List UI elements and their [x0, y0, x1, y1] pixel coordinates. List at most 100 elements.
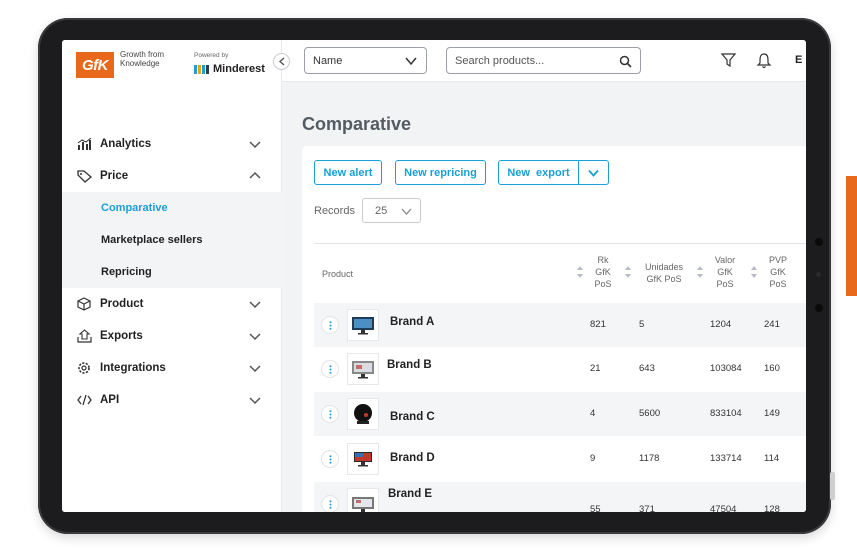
cell-rk: 55 [590, 504, 601, 512]
column-header-rk[interactable]: Rk GfK PoS [591, 254, 615, 290]
sidebar-collapse-button[interactable] [273, 53, 290, 70]
sort-icon[interactable] [625, 266, 631, 278]
cell-valor: 833104 [710, 408, 742, 419]
chevron-left-icon [278, 57, 284, 66]
cell-unidades: 371 [639, 504, 655, 512]
search-icon[interactable] [619, 55, 632, 68]
product-thumbnail-monitor-icon[interactable] [347, 443, 379, 475]
product-thumbnail-monitor-icon[interactable] [347, 309, 379, 341]
side-accent-bar [846, 176, 857, 296]
valor-header-line-2: GfK [717, 267, 733, 277]
table-row[interactable]: Brand C 4 5600 833104 149 [314, 392, 806, 436]
sort-icon[interactable] [577, 266, 583, 278]
product-thumbnail-speaker-icon[interactable] [347, 398, 379, 430]
cell-rk: 4 [590, 408, 596, 419]
chevron-down-icon [249, 301, 261, 309]
bell-icon[interactable] [756, 52, 772, 69]
page-title: Comparative [302, 114, 412, 134]
cell-pvp: 149 [764, 408, 780, 419]
pvp-header-line-2: GfK [770, 267, 786, 277]
chevron-down-icon [249, 333, 261, 341]
cell-pvp: 114 [764, 453, 780, 464]
records-select[interactable]: 25 [362, 198, 421, 223]
pvp-header-line-3: PoS [769, 279, 787, 289]
row-actions-menu-icon[interactable] [321, 450, 339, 468]
name-select[interactable]: Name [304, 47, 427, 74]
product-thumbnail-monitor-icon[interactable] [347, 488, 379, 512]
table-row[interactable]: Brand E 55 371 47504 128 [314, 482, 806, 512]
sidebar-subitem-comparative[interactable]: Comparative [62, 192, 282, 224]
unidades-header-line-2: GfK PoS [646, 274, 682, 284]
sidebar-item-exports[interactable]: Exports [62, 320, 282, 352]
sidebar-item-product[interactable]: Product [62, 288, 282, 320]
table-row[interactable]: Brand B 21 643 103084 160 [314, 347, 806, 391]
pvp-header-line-1: PVP [768, 255, 787, 265]
product-brand[interactable]: Brand D [390, 452, 435, 464]
cube-icon [76, 297, 92, 311]
cell-pvp: 160 [764, 363, 780, 374]
rk-header-line-1: Rk [597, 255, 609, 265]
chevron-up-icon [249, 171, 261, 179]
chevron-down-icon [401, 208, 412, 215]
column-header-pvp[interactable]: PVP GfK PoS [764, 254, 792, 290]
rk-header-line-2: GfK [595, 267, 611, 277]
sort-icon[interactable] [697, 266, 703, 278]
chevron-down-icon [405, 57, 417, 66]
sidebar: GfK Growth from Knowledge Powered by Min… [62, 40, 282, 512]
sidebar-item-api[interactable]: API [62, 384, 282, 416]
comparative-card: New alert New repricing New export Recor… [302, 146, 806, 512]
chevron-down-icon [588, 169, 599, 177]
sidebar-item-integrations[interactable]: Integrations [62, 352, 282, 384]
sidebar-item-label: Analytics [100, 138, 152, 150]
sidebar-item-label: Product [100, 298, 144, 310]
search-placeholder: Search products... [455, 54, 545, 67]
column-header-unidades[interactable]: Unidades GfK PoS [639, 261, 689, 285]
minderest-mark-icon [194, 65, 209, 74]
column-header-valor[interactable]: Valor GfK PoS [710, 254, 740, 290]
sidebar-subitem-repricing[interactable]: Repricing [62, 256, 282, 288]
minderest-name: Minderest [213, 63, 265, 75]
table-row[interactable]: Brand D 9 1178 133714 114 [314, 437, 806, 481]
rk-header-line-3: PoS [594, 279, 612, 289]
product-thumbnail-monitor-icon[interactable] [347, 353, 379, 385]
product-brand[interactable]: Brand C [390, 411, 435, 423]
cell-valor: 1204 [710, 319, 732, 330]
tablet-camera [815, 238, 823, 246]
search-input[interactable]: Search products... [446, 47, 641, 74]
product-brand[interactable]: Brand B [387, 359, 432, 371]
sidebar-item-label: Price [100, 170, 129, 182]
chevron-down-icon [249, 397, 261, 405]
gfk-tagline: Growth from Knowledge [120, 50, 165, 68]
new-export-button[interactable]: New export [498, 160, 579, 185]
chevron-down-icon [249, 141, 261, 149]
sidebar-subitem-marketplace-sellers[interactable]: Marketplace sellers [62, 224, 282, 256]
export-dropdown-button[interactable] [578, 160, 609, 185]
export-icon [76, 329, 92, 343]
new-alert-button[interactable]: New alert [314, 160, 382, 185]
column-header-product[interactable]: Product [322, 268, 353, 280]
cell-unidades: 643 [639, 363, 655, 374]
tablet-camera-secondary [815, 304, 823, 312]
chevron-down-icon [249, 365, 261, 373]
cell-unidades: 1178 [639, 453, 660, 464]
valor-header-line-1: Valor [714, 255, 736, 265]
row-actions-menu-icon[interactable] [321, 360, 339, 378]
row-actions-menu-icon[interactable] [321, 405, 339, 423]
cell-rk: 21 [590, 363, 601, 374]
product-brand[interactable]: Brand E [388, 488, 432, 500]
user-initial[interactable]: E [795, 54, 802, 66]
product-brand[interactable]: Brand A [390, 316, 434, 328]
new-repricing-button[interactable]: New repricing [395, 160, 486, 185]
gfk-logo[interactable]: GfK [76, 52, 114, 78]
sidebar-item-price[interactable]: Price [62, 160, 282, 192]
row-actions-menu-icon[interactable] [321, 316, 339, 334]
table-row[interactable]: Brand A 821 5 1204 241 [314, 303, 806, 347]
top-bar: Name Search products... E [282, 40, 806, 82]
cell-valor: 47504 [710, 504, 737, 512]
cell-pvp: 241 [764, 319, 780, 330]
sidebar-item-label: Exports [100, 330, 143, 342]
sidebar-item-analytics[interactable]: Analytics [62, 128, 282, 160]
filter-icon[interactable] [721, 53, 736, 68]
sort-icon[interactable] [751, 266, 757, 278]
row-actions-menu-icon[interactable] [321, 495, 339, 512]
